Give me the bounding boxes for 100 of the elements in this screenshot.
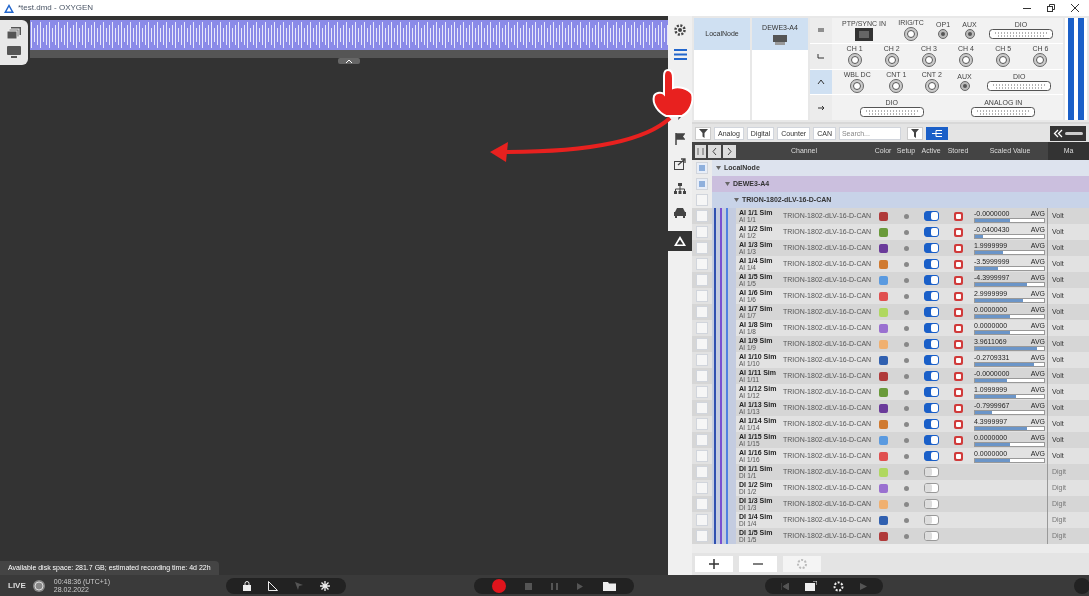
- setup-icon[interactable]: [903, 373, 909, 379]
- color-swatch[interactable]: [878, 371, 888, 381]
- row-checkbox[interactable]: [696, 498, 708, 510]
- stored-toggle[interactable]: [953, 275, 963, 285]
- color-swatch[interactable]: [878, 291, 888, 301]
- color-swatch[interactable]: [878, 307, 888, 317]
- expand-caret-icon[interactable]: [734, 198, 739, 202]
- stored-toggle[interactable]: [953, 227, 963, 237]
- stored-toggle[interactable]: [953, 291, 963, 301]
- stored-toggle[interactable]: [953, 323, 963, 333]
- active-toggle[interactable]: [923, 499, 939, 509]
- car-icon[interactable]: [673, 207, 687, 218]
- active-toggle[interactable]: [923, 323, 939, 333]
- row-checkbox[interactable]: [696, 226, 708, 238]
- setup-icon[interactable]: [903, 533, 909, 539]
- row-checkbox[interactable]: [696, 178, 708, 190]
- expand-caret-icon[interactable]: [716, 166, 721, 170]
- windows-icon[interactable]: [7, 27, 21, 40]
- setup-icon[interactable]: [903, 517, 909, 523]
- settings-button[interactable]: [783, 556, 821, 572]
- color-swatch[interactable]: [878, 451, 888, 461]
- row-checkbox[interactable]: [696, 322, 708, 334]
- filter-button[interactable]: [695, 126, 711, 140]
- cursor-icon[interactable]: [294, 582, 303, 590]
- stored-toggle[interactable]: [953, 387, 963, 397]
- row-checkbox[interactable]: [696, 450, 708, 462]
- step-icon[interactable]: [576, 582, 584, 590]
- stored-toggle[interactable]: [953, 451, 963, 461]
- active-toggle[interactable]: [923, 355, 939, 365]
- row-checkbox[interactable]: [696, 434, 708, 446]
- stored-toggle[interactable]: [953, 403, 963, 413]
- expand-caret-icon[interactable]: [725, 182, 730, 186]
- row-checkbox[interactable]: [696, 338, 708, 350]
- row-checkbox[interactable]: [696, 258, 708, 270]
- setup-icon[interactable]: [903, 485, 909, 491]
- setup-icon[interactable]: [903, 213, 909, 219]
- setup-icon[interactable]: [903, 469, 909, 475]
- setup-icon[interactable]: [903, 357, 909, 363]
- row-checkbox[interactable]: [696, 242, 708, 254]
- color-swatch[interactable]: [878, 499, 888, 509]
- color-swatch[interactable]: [878, 467, 888, 477]
- row-checkbox[interactable]: [696, 482, 708, 494]
- row-checkbox[interactable]: [696, 386, 708, 398]
- pause-icon[interactable]: [550, 582, 558, 590]
- stored-toggle[interactable]: [953, 243, 963, 253]
- row-checkbox[interactable]: [696, 514, 708, 526]
- active-toggle[interactable]: [923, 419, 939, 429]
- active-toggle[interactable]: [923, 483, 939, 493]
- row-checkbox[interactable]: [696, 402, 708, 414]
- export-icon[interactable]: [674, 158, 686, 170]
- stored-toggle[interactable]: [953, 259, 963, 269]
- active-toggle[interactable]: [923, 211, 939, 221]
- forward-button[interactable]: [723, 144, 736, 158]
- color-swatch[interactable]: [878, 355, 888, 365]
- monitor-icon[interactable]: [7, 45, 21, 58]
- slot-tab[interactable]: [810, 43, 832, 69]
- active-toggle[interactable]: [923, 275, 939, 285]
- remove-button[interactable]: [739, 556, 777, 572]
- add-button[interactable]: [695, 556, 733, 572]
- setup-icon[interactable]: [903, 453, 909, 459]
- flag-icon[interactable]: [675, 133, 685, 145]
- collapse-panel-button[interactable]: [1050, 125, 1086, 141]
- row-checkbox[interactable]: [696, 530, 708, 542]
- setup-icon[interactable]: [903, 293, 909, 299]
- gear-icon[interactable]: [833, 580, 844, 592]
- active-toggle[interactable]: [923, 339, 939, 349]
- slot-tab[interactable]: [810, 69, 832, 95]
- active-toggle[interactable]: [923, 371, 939, 381]
- stored-toggle[interactable]: [953, 307, 963, 317]
- active-toggle[interactable]: [923, 387, 939, 397]
- play-icon[interactable]: [860, 582, 867, 590]
- active-toggle[interactable]: [923, 307, 939, 317]
- row-checkbox[interactable]: [696, 306, 708, 318]
- setup-icon[interactable]: [903, 437, 909, 443]
- row-checkbox[interactable]: [696, 418, 708, 430]
- color-swatch[interactable]: [878, 419, 888, 429]
- color-swatch[interactable]: [878, 323, 888, 333]
- active-toggle[interactable]: [923, 467, 939, 477]
- stored-toggle[interactable]: [953, 339, 963, 349]
- active-toggle[interactable]: [923, 227, 939, 237]
- snowflake-icon[interactable]: [319, 581, 330, 591]
- settings-icon[interactable]: [674, 24, 686, 36]
- color-swatch[interactable]: [878, 435, 888, 445]
- stored-toggle[interactable]: [953, 435, 963, 445]
- list-icon[interactable]: [673, 49, 687, 60]
- row-checkbox[interactable]: [696, 370, 708, 382]
- row-checkbox[interactable]: [696, 162, 708, 174]
- color-swatch[interactable]: [878, 259, 888, 269]
- active-toggle[interactable]: [923, 515, 939, 525]
- stored-toggle[interactable]: [953, 355, 963, 365]
- setup-icon[interactable]: [903, 389, 909, 395]
- slot-tab[interactable]: [810, 18, 832, 43]
- setup-icon[interactable]: [903, 277, 909, 283]
- active-toggle[interactable]: [923, 243, 939, 253]
- color-swatch[interactable]: [878, 275, 888, 285]
- stop-icon[interactable]: [524, 582, 532, 590]
- export-icon[interactable]: [805, 581, 817, 591]
- active-toggle[interactable]: [923, 531, 939, 541]
- color-swatch[interactable]: [878, 531, 888, 541]
- restore-button[interactable]: [1047, 4, 1055, 12]
